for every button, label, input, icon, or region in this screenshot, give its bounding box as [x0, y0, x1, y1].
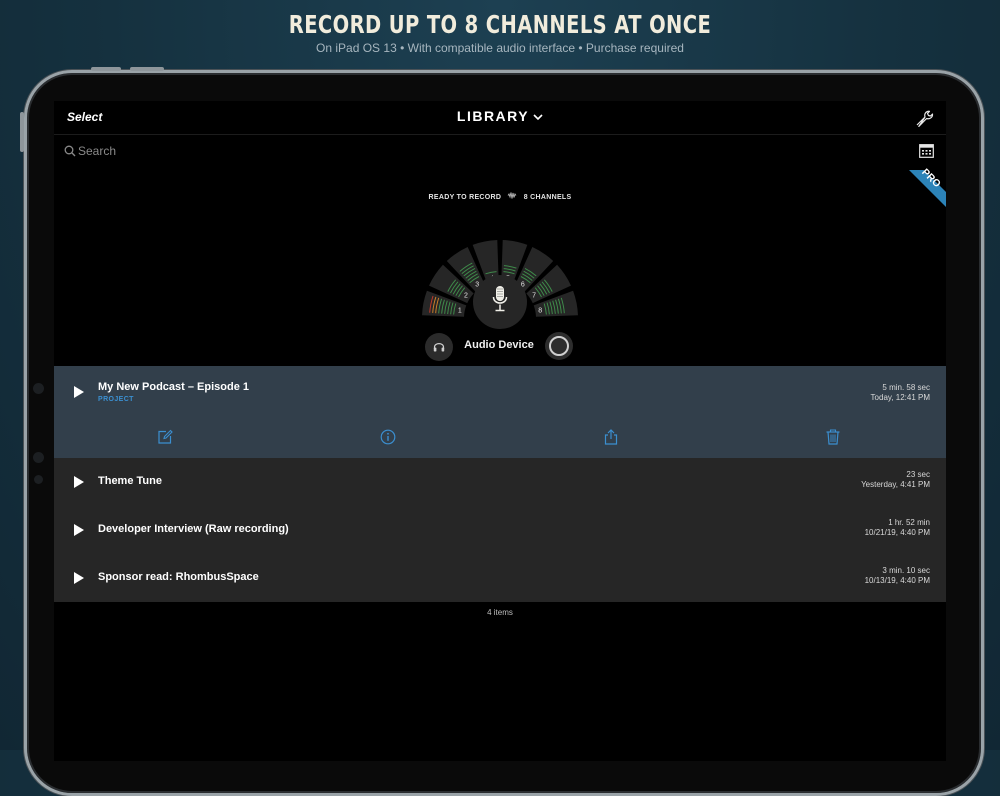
edit-icon[interactable]	[157, 429, 173, 445]
camera-dot	[33, 452, 44, 463]
camera-dot	[33, 383, 44, 394]
microphone-icon	[492, 286, 508, 312]
channels-label: 8 CHANNELS	[523, 194, 572, 201]
project-tag: PROJECT	[98, 396, 134, 403]
calendar-icon[interactable]	[919, 144, 934, 158]
audio-device-label[interactable]: Audio Device	[464, 339, 534, 351]
recording-date: Today, 12:41 PM	[870, 393, 930, 402]
record-button[interactable]	[473, 275, 527, 329]
search-icon	[64, 145, 76, 157]
volume-button	[130, 67, 164, 71]
play-icon[interactable]	[74, 572, 84, 584]
side-button	[20, 112, 24, 152]
recording-title: Sponsor read: RhombusSpace	[98, 571, 259, 583]
library-title[interactable]: LIBRARY	[54, 108, 946, 124]
wrench-icon[interactable]	[914, 108, 934, 128]
recording-title: Theme Tune	[98, 475, 162, 487]
search-bar	[54, 135, 946, 167]
app-screen: Select LIBRARY PRO READY TO RECORD	[54, 101, 946, 761]
play-icon[interactable]	[74, 524, 84, 536]
waveform-icon	[507, 192, 519, 201]
headphones-icon	[433, 343, 445, 352]
chevron-down-icon	[533, 112, 543, 124]
input-gain-knob[interactable]	[545, 332, 573, 360]
search-input[interactable]	[78, 143, 478, 159]
recording-duration: 3 min. 10 sec	[882, 566, 930, 575]
knob-ring	[549, 336, 569, 356]
volume-button	[91, 67, 121, 71]
play-icon[interactable]	[74, 386, 84, 398]
top-bar: Select LIBRARY	[54, 101, 946, 135]
recording-date: 10/21/19, 4:40 PM	[864, 528, 930, 537]
subheadline: On iPad OS 13 • With compatible audio in…	[316, 41, 684, 55]
headline: RECORD UP TO 8 CHANNELS AT ONCE	[288, 10, 712, 39]
recording-duration: 23 sec	[906, 470, 930, 479]
recording-title: My New Podcast – Episode 1	[98, 381, 249, 393]
ready-label: READY TO RECORD	[428, 194, 502, 201]
share-icon[interactable]	[603, 429, 619, 445]
recording-date: 10/13/19, 4:40 PM	[864, 576, 930, 585]
item-count: 4 items	[487, 608, 513, 617]
recording-duration: 5 min. 58 sec	[882, 383, 930, 392]
list-item[interactable]: My New Podcast – Episode 1 PROJECT 5 min…	[54, 366, 946, 458]
channel-number: 2	[464, 293, 468, 300]
play-icon[interactable]	[74, 476, 84, 488]
channel-number: 8	[538, 308, 542, 315]
library-title-label: LIBRARY	[456, 108, 530, 124]
recording-title: Developer Interview (Raw recording)	[98, 523, 289, 535]
list-item[interactable]: Theme Tune 23 sec Yesterday, 4:41 PM	[54, 458, 946, 506]
recordings-list: My New Podcast – Episode 1 PROJECT 5 min…	[54, 366, 946, 602]
monitor-button[interactable]	[425, 333, 453, 361]
camera-dot	[34, 475, 43, 484]
channel-number: 7	[532, 293, 536, 300]
info-icon[interactable]	[380, 429, 396, 445]
list-item[interactable]: Sponsor read: RhombusSpace 3 min. 10 sec…	[54, 554, 946, 602]
recording-date: Yesterday, 4:41 PM	[861, 480, 930, 489]
list-item[interactable]: Developer Interview (Raw recording) 1 hr…	[54, 506, 946, 554]
trash-icon[interactable]	[825, 429, 841, 445]
recording-duration: 1 hr. 52 min	[888, 518, 930, 527]
row-actions	[54, 426, 946, 448]
channel-number: 1	[458, 308, 462, 315]
recording-status: READY TO RECORD 8 CHANNELS	[54, 192, 946, 201]
